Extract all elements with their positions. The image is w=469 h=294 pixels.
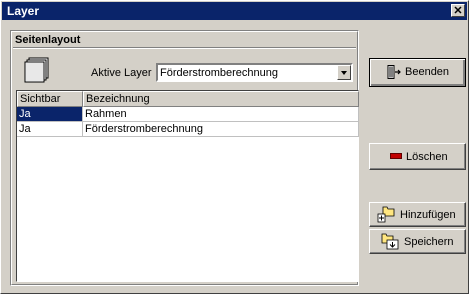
table-row[interactable]: Ja Rahmen — [17, 107, 359, 122]
layer-stack-icon — [24, 57, 49, 83]
close-button[interactable]: ✕ — [451, 4, 465, 17]
close-icon: ✕ — [453, 5, 463, 17]
folder-add-icon — [377, 206, 395, 223]
active-layer-value: Förderstromberechnung — [160, 67, 279, 79]
chevron-down-icon[interactable] — [337, 65, 351, 80]
layer-dialog: Layer ✕ Seitenlayout Aktive Layer Förder… — [0, 0, 469, 294]
cell-sichtbar[interactable]: Ja — [17, 107, 83, 122]
column-header-bezeichnung[interactable]: Bezeichnung — [83, 91, 359, 107]
speichern-button[interactable]: Speichern — [369, 229, 466, 254]
column-header-sichtbar[interactable]: Sichtbar — [17, 91, 83, 107]
loeschen-button[interactable]: Löschen — [369, 143, 466, 170]
hinzufuegen-button[interactable]: Hinzufügen — [369, 202, 466, 227]
group-divider — [13, 47, 356, 49]
table-row[interactable]: Ja Förderstromberechnung — [17, 122, 359, 137]
cell-sichtbar[interactable]: Ja — [17, 122, 83, 137]
active-layer-select[interactable]: Förderstromberechnung — [156, 63, 353, 82]
layer-table: Sichtbar Bezeichnung Ja Rahmen Ja Förder… — [16, 90, 359, 282]
beenden-button[interactable]: Beenden — [369, 58, 466, 87]
beenden-label: Beenden — [405, 66, 450, 78]
minus-icon — [390, 153, 402, 159]
cell-bezeichnung[interactable]: Rahmen — [83, 107, 359, 122]
folder-save-icon — [381, 233, 399, 250]
seitenlayout-group: Seitenlayout Aktive Layer Förderstromber… — [10, 30, 359, 286]
table-header: Sichtbar Bezeichnung — [17, 91, 359, 107]
group-title: Seitenlayout — [15, 34, 81, 46]
cell-bezeichnung[interactable]: Förderstromberechnung — [83, 122, 359, 137]
loeschen-label: Löschen — [406, 151, 448, 163]
window-title: Layer — [7, 4, 40, 18]
active-layer-label: Aktive Layer — [91, 67, 152, 79]
title-bar[interactable]: Layer ✕ — [2, 2, 467, 20]
speichern-label: Speichern — [404, 236, 454, 248]
door-exit-icon — [387, 65, 401, 79]
hinzufuegen-label: Hinzufügen — [400, 209, 456, 221]
